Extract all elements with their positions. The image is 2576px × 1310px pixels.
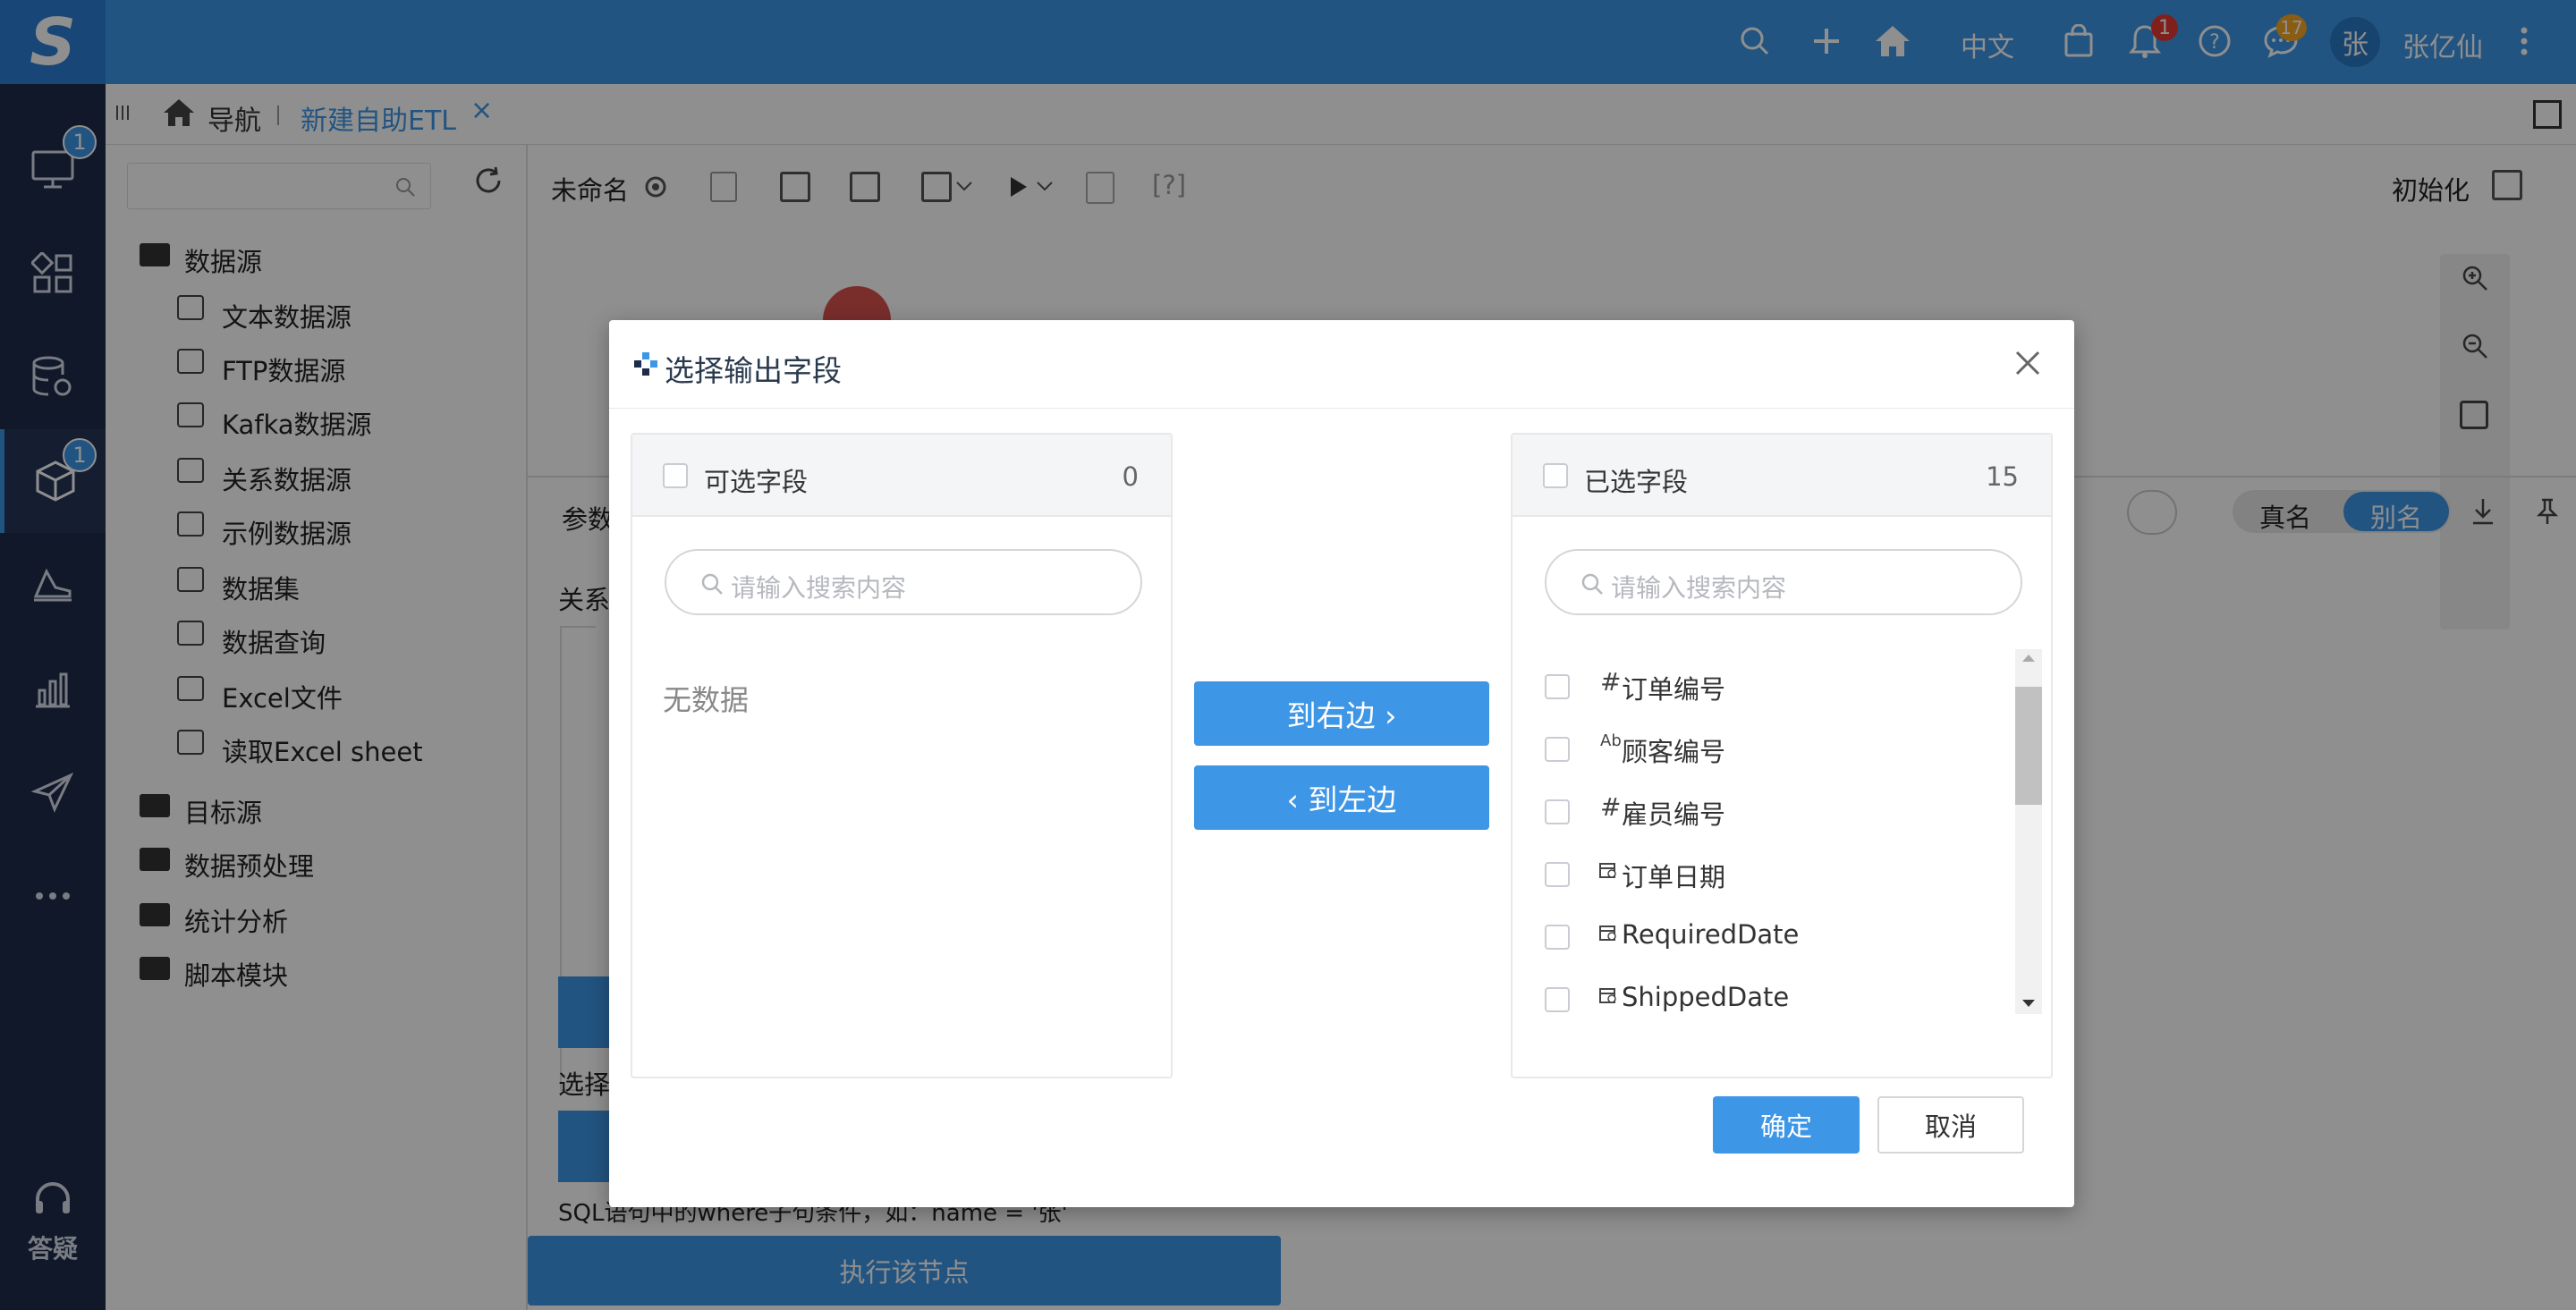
field-row[interactable]: RequiredDate — [1545, 910, 1992, 964]
scroll-down-icon[interactable] — [2021, 998, 2037, 1009]
app-root: S 中文 1 ? 17 张 张亿仙 1 1 答疑 导航 新建自助ETL × 数据… — [0, 0, 2576, 1310]
field-checkbox[interactable] — [1545, 674, 1570, 699]
available-fields-count: 0 — [1122, 461, 1139, 492]
select-output-fields-dialog: 选择输出字段 可选字段 0 请输入搜索内容 无数据 到右边 › ‹ 到左边 已选… — [609, 320, 2074, 1207]
search-placeholder: 请输入搜索内容 — [731, 573, 907, 603]
field-label: 订单日期 — [1622, 862, 1726, 892]
field-row[interactable]: ShippedDate — [1545, 973, 1992, 1027]
cancel-button[interactable]: 取消 — [1877, 1096, 2024, 1154]
text-type-icon: Ab — [1600, 731, 1622, 750]
field-row[interactable]: # 订单编号 — [1545, 660, 1992, 714]
date-type-icon — [1599, 925, 1616, 941]
field-label: 雇员编号 — [1622, 799, 1726, 830]
scroll-up-icon[interactable] — [2021, 653, 2037, 663]
number-type-icon: # — [1600, 792, 1622, 822]
field-row[interactable]: 订单日期 — [1545, 848, 1992, 901]
move-right-button[interactable]: 到右边 › — [1194, 681, 1489, 746]
field-label: RequiredDate — [1622, 919, 1800, 950]
dialog-title: 选择输出字段 — [665, 353, 842, 388]
search-icon — [1581, 573, 1603, 595]
available-fields-title: 可选字段 — [704, 467, 809, 497]
field-checkbox[interactable] — [1545, 799, 1570, 824]
select-all-selected-checkbox[interactable] — [1543, 463, 1568, 488]
confirm-button[interactable]: 确定 — [1713, 1096, 1860, 1154]
date-type-icon — [1599, 988, 1616, 1003]
move-left-button[interactable]: ‹ 到左边 — [1194, 765, 1489, 830]
selected-search-input[interactable]: 请输入搜索内容 — [1545, 549, 2022, 615]
search-icon — [701, 573, 723, 595]
empty-state: 无数据 — [663, 683, 750, 717]
field-checkbox[interactable] — [1545, 862, 1570, 887]
selected-fields-header: 已选字段 15 — [1513, 435, 2051, 517]
selected-fields-title: 已选字段 — [1584, 467, 1689, 497]
dialog-header-divider — [609, 408, 2074, 409]
number-type-icon: # — [1600, 667, 1622, 697]
available-search-input[interactable]: 请输入搜索内容 — [665, 549, 1142, 615]
field-row[interactable]: # 雇员编号 — [1545, 785, 1992, 839]
field-label: 订单编号 — [1622, 674, 1726, 705]
field-label: ShippedDate — [1622, 982, 1790, 1012]
field-checkbox[interactable] — [1545, 925, 1570, 950]
available-fields-header: 可选字段 0 — [632, 435, 1171, 517]
search-placeholder: 请输入搜索内容 — [1611, 573, 1787, 603]
selected-fields-count: 15 — [1986, 461, 2019, 492]
selected-fields-panel: 已选字段 15 请输入搜索内容 # 订单编号 Ab 顾客编号 # 雇员编号 订单… — [1511, 433, 2053, 1078]
field-label: 顾客编号 — [1622, 737, 1726, 767]
field-select-icon — [634, 352, 657, 376]
scrollbar-thumb[interactable] — [2015, 687, 2042, 805]
field-checkbox[interactable] — [1545, 737, 1570, 762]
select-all-available-checkbox[interactable] — [663, 463, 688, 488]
field-row[interactable]: Ab 顾客编号 — [1545, 723, 1992, 776]
date-type-icon — [1599, 863, 1616, 878]
available-fields-panel: 可选字段 0 请输入搜索内容 无数据 — [631, 433, 1173, 1078]
field-checkbox[interactable] — [1545, 987, 1570, 1012]
close-icon[interactable] — [2010, 345, 2046, 381]
